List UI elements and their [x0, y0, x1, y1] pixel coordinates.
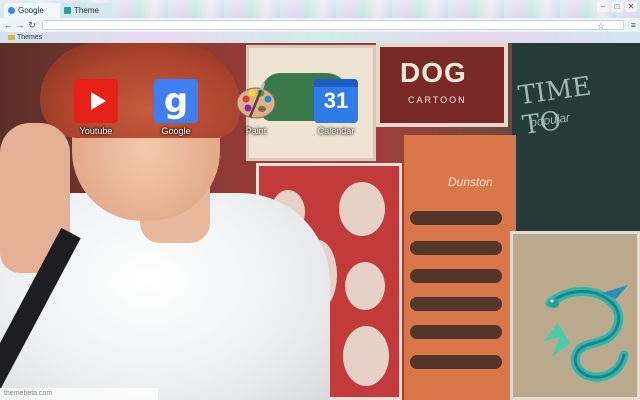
toolbar: ← → ↻ ☆ ≡ [0, 18, 640, 32]
tattoo-flash [339, 182, 385, 236]
maximize-button[interactable]: □ [611, 2, 623, 12]
background-dog-poster: DOG CARTOON [376, 43, 508, 127]
theme-favicon-icon [64, 7, 71, 14]
tab-theme[interactable]: Theme [60, 3, 112, 18]
folder-icon [8, 34, 15, 40]
background-bar [410, 297, 502, 311]
new-tab-page: DOG CARTOON TIME TO popular Dunston Yout… [0, 43, 640, 400]
poster-subtitle: CARTOON [408, 95, 467, 105]
paint-palette-icon [234, 79, 278, 123]
bookmarks-bar: Themes [0, 32, 640, 43]
background-bar [410, 325, 502, 339]
close-button[interactable]: ✕ [625, 2, 637, 12]
background-bar [410, 355, 502, 369]
background-bar [410, 211, 502, 225]
google-icon: g [154, 79, 198, 123]
youtube-icon [74, 79, 118, 123]
calendar-icon: 31 [314, 79, 358, 123]
shortcut-google[interactable]: g Google [146, 79, 206, 139]
calendar-day-glyph: 31 [323, 88, 349, 113]
shortcut-label: Youtube [79, 126, 113, 136]
orange-poster-text: Dunston [448, 175, 493, 189]
dragon-icon [540, 283, 634, 395]
tab-google[interactable]: Google [4, 3, 62, 18]
bookmark-themes[interactable]: Themes [8, 32, 42, 43]
shortcut-label: Paint [245, 126, 267, 136]
shortcut-label: Calendar [317, 126, 355, 136]
tattoo-flash [343, 326, 389, 386]
sign-text: TIME TO [516, 71, 594, 142]
forward-button[interactable]: → [15, 19, 25, 31]
tattoo-flash [345, 262, 385, 310]
google-g-glyph: g [163, 81, 189, 121]
tab-strip: Google Theme – □ ✕ [0, 0, 640, 18]
poster-title: DOG [400, 57, 467, 88]
footer-strip: themebeta.com [0, 388, 158, 400]
footer-credit[interactable]: themebeta.com [4, 388, 52, 400]
minimize-button[interactable]: – [597, 2, 609, 12]
address-bar[interactable]: ☆ [42, 20, 624, 31]
window-controls: – □ ✕ [597, 2, 637, 12]
browser-window: Google Theme – □ ✕ ← → ↻ ☆ ≡ Themes DOG … [0, 0, 640, 400]
background-sign: TIME TO popular [512, 43, 640, 231]
shortcut-label: Google [161, 126, 191, 136]
tab-label: Google [18, 6, 44, 15]
shortcut-paint[interactable]: Paint [226, 79, 286, 139]
bookmark-label: Themes [17, 34, 43, 41]
back-button[interactable]: ← [3, 19, 13, 31]
menu-icon[interactable]: ≡ [631, 19, 636, 31]
shortcut-youtube[interactable]: Youtube [66, 79, 126, 139]
background-bar [410, 241, 502, 255]
background-bar [410, 269, 502, 283]
reload-button[interactable]: ↻ [27, 19, 37, 31]
shortcut-calendar[interactable]: 31 Calendar [306, 79, 366, 139]
google-favicon-icon [8, 7, 15, 14]
bookmark-star-icon[interactable]: ☆ [597, 21, 605, 31]
tab-label: Theme [74, 6, 99, 15]
play-icon [90, 92, 106, 110]
